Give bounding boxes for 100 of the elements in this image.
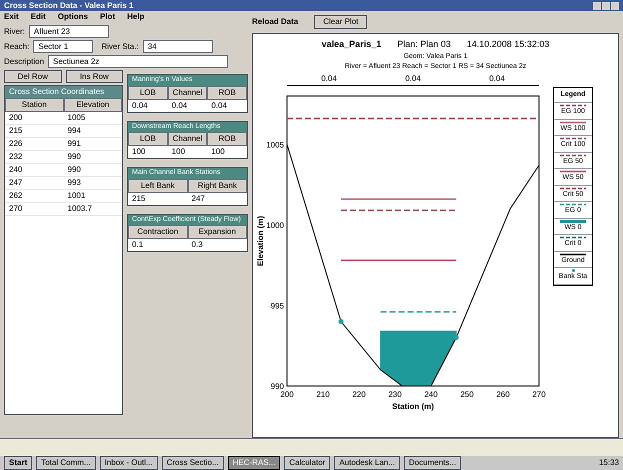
x-tick-label: 260 [496, 390, 510, 398]
legend-line-sample [560, 154, 586, 156]
reload-button[interactable]: Reload Data [252, 16, 298, 28]
table-cell: 200 [5, 112, 64, 125]
legend-marker-sample [572, 269, 574, 272]
row-button[interactable]: Del Row [4, 70, 62, 83]
table-cell-text: 215 [131, 192, 146, 204]
column-header: LOB [128, 132, 168, 146]
y-tick-label: 990 [270, 382, 284, 390]
x-axis-label: Station (m) [392, 402, 434, 410]
start-button[interactable]: Start [4, 456, 32, 470]
select-field[interactable]: Afluent 23 [28, 25, 109, 38]
table-cell-text: 0.3 [190, 239, 204, 251]
table-cell: 991 [64, 138, 122, 151]
menu-item[interactable]: Options [58, 11, 88, 23]
date-text: 14.10.2008 15:32:03 [466, 38, 550, 51]
table-title: Cross Section Coordinates [5, 86, 122, 98]
taskbar-button[interactable]: Total Comm... [36, 456, 96, 470]
x-tick-label: 270 [532, 390, 546, 398]
table-cell: 262 [5, 190, 64, 203]
table-cell: 270 [5, 203, 64, 216]
manning-n-label: 0.04 [489, 72, 505, 84]
x-tick-label: 240 [424, 390, 438, 398]
x-tick-label: 230 [388, 390, 402, 398]
taskbar-button[interactable]: Cross Sectio... [162, 456, 224, 470]
menu-item[interactable]: Edit [30, 11, 46, 23]
x-tick-label: 220 [352, 390, 366, 398]
table-cell: 993 [64, 177, 122, 190]
plot-title: valea_Paris_1 [322, 38, 382, 51]
column-header: Contraction [128, 225, 188, 239]
manning-n-label: 0.04 [321, 72, 337, 84]
table-cell: 990 [64, 151, 122, 164]
taskbar-button[interactable]: Documents... [404, 456, 462, 470]
x-tick-label: 250 [460, 390, 474, 398]
bank-station-marker [454, 334, 459, 340]
y-tick-label: 995 [270, 300, 284, 310]
table-cell-text: 247 [190, 192, 206, 204]
x-tick-label: 200 [280, 390, 294, 398]
column-header: ROB [207, 132, 247, 146]
select-field[interactable]: Sector 1 [33, 40, 94, 53]
table-cell: 1005 [64, 112, 122, 125]
taskbar-button[interactable]: HEC-RAS... [228, 456, 280, 470]
taskbar-button[interactable]: Autodesk Lan... [334, 456, 400, 470]
column-header: Channel [168, 132, 208, 146]
table-cell: 1003.7 [64, 203, 122, 216]
clock: 15:33 [598, 457, 619, 469]
legend-line-sample [560, 120, 586, 124]
table-cell: 226 [5, 138, 64, 151]
table-cell: 240 [5, 164, 64, 177]
legend-line-sample [560, 170, 586, 173]
column-header: LOB [128, 86, 168, 100]
taskbar-button[interactable]: Inbox - Outl... [100, 456, 158, 470]
table-cell-text: 0.04 [170, 100, 188, 112]
table-cell-text: 100 [131, 146, 146, 158]
table-cell-text: 100 [210, 146, 226, 158]
select-field[interactable]: 34 [142, 40, 213, 53]
field-label: River: [4, 26, 25, 38]
taskbar-button[interactable]: Calculator [284, 456, 330, 470]
table-cell: 247 [5, 177, 64, 190]
table-cell-text: 100 [170, 146, 186, 158]
table-cell: 994 [64, 125, 122, 138]
x-tick-label: 210 [316, 390, 330, 398]
legend-line-sample [560, 137, 586, 140]
column-header: Station [5, 98, 64, 112]
table-cell: 990 [64, 164, 122, 177]
select-field[interactable]: Sectiunea 2z [48, 55, 228, 68]
manning-n-label: 0.04 [405, 72, 421, 84]
table-cell: 1001 [64, 190, 122, 203]
table-cell: 215 [5, 125, 64, 138]
column-header: Elevation [64, 98, 122, 112]
menu-item[interactable]: Help [127, 11, 144, 23]
menu-item[interactable]: Exit [4, 11, 19, 23]
y-tick-label: 1000 [266, 220, 284, 230]
table-cell: 232 [5, 151, 64, 164]
legend-line-sample [560, 104, 586, 107]
window-controls-icon[interactable] [593, 2, 619, 10]
column-header: ROB [207, 86, 247, 100]
column-header: Expansion [188, 225, 248, 239]
field-label: Reach: [4, 40, 30, 52]
clear-plot-button[interactable]: Clear Plot [314, 15, 368, 29]
table-cell-text: 0.04 [210, 100, 228, 112]
plan-text: Plan: Plan 03 [397, 38, 451, 51]
window-title: Cross Section Data - Valea Paris 1 [4, 0, 134, 12]
field-label: River Sta.: [101, 40, 139, 52]
legend-line-sample [560, 236, 586, 239]
column-header: Left Bank [128, 178, 188, 192]
menu-item[interactable]: Plot [100, 11, 116, 23]
y-axis-label: Elevation (m) [256, 215, 265, 266]
bank-station-marker [338, 318, 344, 324]
table-cell-text: 0.1 [131, 239, 144, 251]
y-tick-label: 1005 [266, 140, 284, 149]
field-label: Description [4, 56, 44, 68]
table-cell-text: 0.04 [131, 100, 149, 112]
column-header: Channel [168, 86, 208, 100]
legend-line-sample [560, 186, 586, 190]
column-header: Right Bank [188, 178, 248, 192]
legend-line-sample [560, 203, 586, 206]
row-button[interactable]: Ins Row [66, 70, 124, 83]
legend-line-sample [560, 220, 586, 222]
legend-line-sample [560, 252, 586, 256]
